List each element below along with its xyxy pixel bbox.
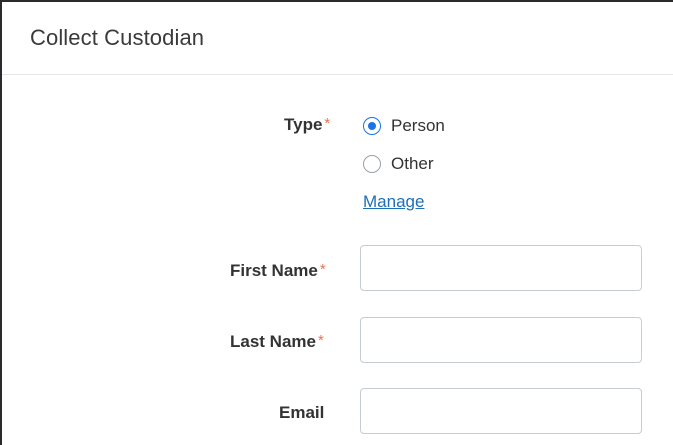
email-input[interactable] [360, 388, 642, 434]
first-name-input[interactable] [360, 245, 642, 291]
required-marker: * [317, 332, 324, 349]
radio-person-label[interactable]: Person [391, 116, 445, 136]
last-name-input[interactable] [360, 317, 642, 363]
radio-dot-icon [368, 122, 376, 130]
collect-custodian-panel: Collect Custodian Type * Person Other Man… [0, 0, 673, 445]
first-name-label-group: First Name * [230, 261, 326, 281]
first-name-label: First Name [230, 261, 318, 280]
type-label-group: Type * [284, 115, 330, 135]
required-marker: * [324, 115, 331, 132]
last-name-label: Last Name [230, 332, 316, 351]
radio-circle-checked-icon[interactable] [363, 117, 381, 135]
type-label: Type [284, 115, 323, 134]
radio-other[interactable]: Other [363, 154, 434, 174]
manage-link[interactable]: Manage [363, 192, 424, 212]
panel-title: Collect Custodian [30, 25, 205, 50]
radio-circle-icon[interactable] [363, 155, 381, 173]
required-marker: * [319, 261, 326, 278]
email-label-group: Email [279, 403, 324, 423]
radio-person[interactable]: Person [363, 116, 445, 136]
panel-header: Collect Custodian [2, 2, 673, 75]
last-name-label-group: Last Name * [230, 332, 324, 352]
email-label: Email [279, 403, 325, 422]
radio-other-label[interactable]: Other [391, 154, 434, 174]
